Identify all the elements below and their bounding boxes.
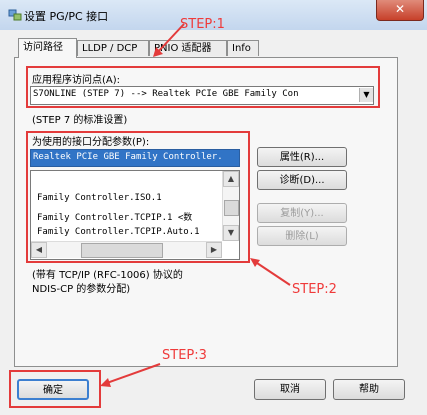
tab-lldp-dcp[interactable]: LLDP / DCP — [77, 40, 149, 56]
tab-info[interactable]: Info — [227, 40, 259, 56]
close-button[interactable]: ✕ — [376, 0, 424, 21]
step3-label: STEP:3 — [162, 348, 207, 363]
network-icon — [8, 9, 22, 21]
window-title: 设置 PG/PC 接口 — [24, 10, 109, 23]
cancel-button[interactable]: 取消 — [254, 379, 326, 400]
tab-access-path[interactable]: 访问路径 — [18, 38, 77, 58]
step2-arrow-icon — [250, 258, 291, 286]
interface-description-line1: (带有 TCP/IP (RFC-1006) 协议的 — [32, 270, 183, 281]
properties-button[interactable]: 属性(R)... — [257, 147, 347, 167]
delete-button[interactable]: 删除(L) — [257, 226, 347, 246]
step2-label: STEP:2 — [292, 282, 337, 297]
copy-button[interactable]: 复制(Y)... — [257, 203, 347, 223]
access-point-hint: (STEP 7 的标准设置) — [32, 115, 128, 126]
step1-arrow-icon — [153, 23, 185, 57]
interface-description-line2: NDIS-CP 的参数分配) — [32, 284, 131, 295]
step2-highlight-box — [26, 131, 250, 263]
help-button[interactable]: 帮助 — [333, 379, 405, 400]
step3-arrow-icon — [100, 363, 161, 387]
step3-highlight-box — [9, 370, 101, 408]
step1-highlight-box — [26, 66, 380, 108]
diagnostics-button[interactable]: 诊断(D)... — [257, 170, 347, 190]
